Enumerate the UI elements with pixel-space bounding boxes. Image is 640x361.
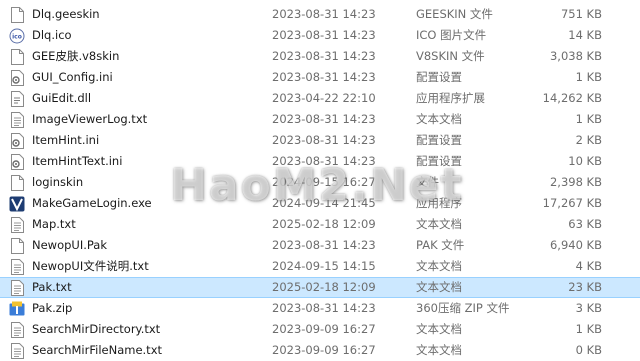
file-type: ICO 图片文件 [416,28,487,42]
file-size: 1 KB [575,112,602,126]
file-name: GEE皮肤.v8skin [32,49,120,63]
file-type: PAK 文件 [416,238,465,252]
file-name: loginskin [32,175,84,189]
file-name: SearchMirDirectory.txt [32,322,161,336]
file-date: 2024-09-14 21:45 [272,196,376,210]
file-name: NewopUI文件说明.txt [32,259,149,273]
file-name: Pak.txt [32,280,72,294]
file-date: 2023-08-31 14:23 [272,238,376,252]
file-type: 文本文档 [416,259,462,273]
file-date: 2023-08-31 14:23 [272,49,376,63]
file-name: GuiEdit.dll [32,91,92,105]
file-size: 751 KB [560,7,602,21]
file-date: 2023-08-31 14:23 [272,28,376,42]
file-name: GUI_Config.ini [32,70,113,84]
file-row[interactable]: Dlq.geeskin 2023-08-31 14:23 GEESKIN 文件 … [0,4,640,25]
file-row[interactable]: ItemHintText.ini 2023-08-31 14:23 配置设置 1… [0,151,640,172]
blank-file-icon [8,235,26,256]
file-type: 文本文档 [416,112,462,126]
text-file-icon [8,319,26,340]
file-type: GEESKIN 文件 [416,7,493,21]
file-size: 63 KB [568,217,602,231]
file-size: 6,940 KB [549,238,602,252]
file-size: 14 KB [568,28,602,42]
file-row[interactable]: GuiEdit.dll 2023-04-22 22:10 应用程序扩展 14,2… [0,88,640,109]
file-row[interactable]: ItemHint.ini 2023-08-31 14:23 配置设置 2 KB [0,130,640,151]
config-file-icon [8,67,26,88]
blank-file-icon [8,4,26,25]
file-list: Dlq.geeskin 2023-08-31 14:23 GEESKIN 文件 … [0,4,640,361]
file-name: Pak.zip [32,301,73,315]
file-row-selected[interactable]: Pak.txt 2025-02-18 12:09 文本文档 23 KB [0,277,640,298]
file-date: 2025-02-18 12:09 [272,280,376,294]
file-size: 1 KB [575,322,602,336]
file-type: 应用程序扩展 [416,91,485,105]
text-file-icon [8,214,26,235]
file-date: 2024-09-15 14:15 [272,259,376,273]
file-row[interactable]: SearchMirDirectory.txt 2023-09-09 16:27 … [0,319,640,340]
file-row[interactable]: Pak.zip 2023-08-31 14:23 360压缩 ZIP 文件 3 … [0,298,640,319]
dll-file-icon [8,88,26,109]
file-row[interactable]: ImageViewerLog.txt 2023-08-31 14:23 文本文档… [0,109,640,130]
ico-image-icon: ico [8,25,26,46]
file-size: 14,262 KB [542,91,602,105]
text-file-icon [8,109,26,130]
file-type: 360压缩 ZIP 文件 [416,301,510,315]
file-name: Dlq.ico [32,28,72,42]
file-row[interactable]: Map.txt 2025-02-18 12:09 文本文档 63 KB [0,214,640,235]
file-size: 4 KB [575,259,602,273]
file-row[interactable]: ico Dlq.ico 2023-08-31 14:23 ICO 图片文件 14… [0,25,640,46]
file-name: ItemHint.ini [32,133,100,147]
file-type: 应用程序 [416,196,462,210]
file-row[interactable]: MakeGameLogin.exe 2024-09-14 21:45 应用程序 … [0,193,640,214]
file-type: 配置设置 [416,133,462,147]
app-exe-icon [8,193,26,214]
file-size: 23 KB [568,280,602,294]
file-size: 3 KB [575,301,602,315]
file-name: MakeGameLogin.exe [32,196,152,210]
file-row[interactable]: loginskin 2024-09-15 16:27 文件 2,398 KB [0,172,640,193]
file-name: NewopUI.Pak [32,238,108,252]
file-type: 文本文档 [416,217,462,231]
file-size: 10 KB [568,154,602,168]
file-size: 3,038 KB [549,49,602,63]
file-date: 2024-09-15 16:27 [272,175,376,189]
file-size: 2,398 KB [549,175,602,189]
file-date: 2025-02-18 12:09 [272,217,376,231]
file-date: 2023-08-31 14:23 [272,7,376,21]
file-row[interactable]: NewopUI.Pak 2023-08-31 14:23 PAK 文件 6,94… [0,235,640,256]
file-type: 配置设置 [416,154,462,168]
file-name: ImageViewerLog.txt [32,112,148,126]
file-date: 2023-09-09 16:27 [272,322,376,336]
file-row[interactable]: NewopUI文件说明.txt 2024-09-15 14:15 文本文档 4 … [0,256,640,277]
file-type: 文本文档 [416,280,462,294]
file-type: V8SKIN 文件 [416,49,485,63]
blank-file-icon [8,46,26,67]
file-date: 2023-04-22 22:10 [272,91,376,105]
file-row[interactable]: GUI_Config.ini 2023-08-31 14:23 配置设置 1 K… [0,67,640,88]
file-size: 2 KB [575,133,602,147]
file-date: 2023-08-31 14:23 [272,301,376,315]
file-date: 2023-08-31 14:23 [272,70,376,84]
file-type: 文本文档 [416,322,462,336]
zip-archive-icon [8,298,26,319]
file-row[interactable]: GEE皮肤.v8skin 2023-08-31 14:23 V8SKIN 文件 … [0,46,640,67]
file-name: Dlq.geeskin [32,7,100,21]
text-file-icon [8,278,26,297]
file-date: 2023-08-31 14:23 [272,133,376,147]
config-file-icon [8,130,26,151]
file-size: 1 KB [575,70,602,84]
file-type: 文件 [416,175,439,189]
file-type: 配置设置 [416,70,462,84]
text-file-icon [8,256,26,277]
config-file-icon [8,151,26,172]
file-name: ItemHintText.ini [32,154,123,168]
file-name: Map.txt [32,217,76,231]
svg-text:ico: ico [12,33,22,40]
blank-file-icon [8,172,26,193]
file-date: 2023-08-31 14:23 [272,154,376,168]
file-size: 17,267 KB [542,196,602,210]
file-date: 2023-08-31 14:23 [272,112,376,126]
